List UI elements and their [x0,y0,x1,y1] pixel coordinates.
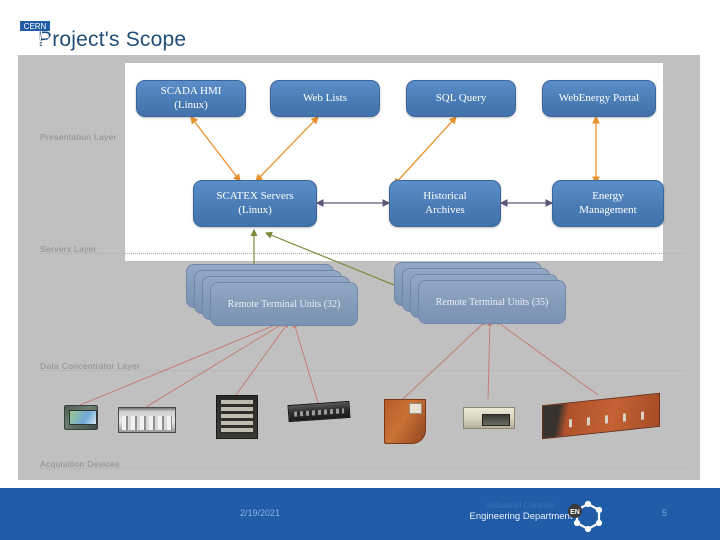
rtu-stack-left[interactable]: Remote Terminal Units (32) [186,264,366,328]
node-historical-archives[interactable]: Historical Archives [389,180,501,227]
footer-date: 2/19/2021 [240,508,281,518]
rtu-card-front-left: Remote Terminal Units (32) [210,282,358,326]
rtu-card-front-right: Remote Terminal Units (35) [418,280,566,324]
rtu-left-line2: (32) [323,298,341,310]
node-scada-hmi-line1: SCADA HMI [160,84,222,97]
node-webenergy-portal-label: WebEnergy Portal [558,91,640,104]
cern-logo: CERN [15,6,55,46]
slide-footer [0,488,720,540]
node-scada-hmi-line2: (Linux) [174,98,208,111]
node-energy-management[interactable]: Energy Management [552,180,664,227]
diagram-panel: Presentation Layer Servers Layer Data Co… [18,55,700,480]
node-scada-hmi[interactable]: SCADA HMI (Linux) [136,80,246,117]
node-scatex-servers[interactable]: SCATEX Servers (Linux) [193,180,317,227]
rtu-right-line2: (35) [531,296,549,308]
rtu-right-line1: Remote Terminal Units [435,296,530,308]
node-sql-query-label: SQL Query [435,91,487,104]
node-web-lists-label: Web Lists [302,91,348,104]
node-historical-archives-line2: Archives [425,203,465,216]
cern-logo-text: CERN [24,22,47,31]
rtu-stack-right[interactable]: Remote Terminal Units (35) [394,262,574,326]
node-energy-management-line1: Energy [592,189,624,202]
en-department-badge: EN [568,500,603,533]
plc-module-device [118,407,176,433]
bench-instrument-device [463,407,515,429]
node-scatex-servers-line1: SCATEX Servers [216,189,294,202]
rtu-left-line1: Remote Terminal Units [227,298,322,310]
hmi-panel-device [64,405,98,430]
en-badge-text: EN [570,509,580,516]
node-energy-management-line2: Management [579,203,637,216]
node-web-lists[interactable]: Web Lists [270,80,380,117]
node-historical-archives-line1: Historical [423,189,467,202]
node-sql-query[interactable]: SQL Query [406,80,516,117]
node-scatex-servers-line2: (Linux) [238,203,272,216]
control-cabinet-device [384,399,426,444]
footer-page-number: 5 [662,508,668,518]
node-webenergy-portal[interactable]: WebEnergy Portal [542,80,656,117]
equipment-rack-device [216,395,258,439]
slide: Project's Scope Presentation Layer Serve… [0,0,720,540]
